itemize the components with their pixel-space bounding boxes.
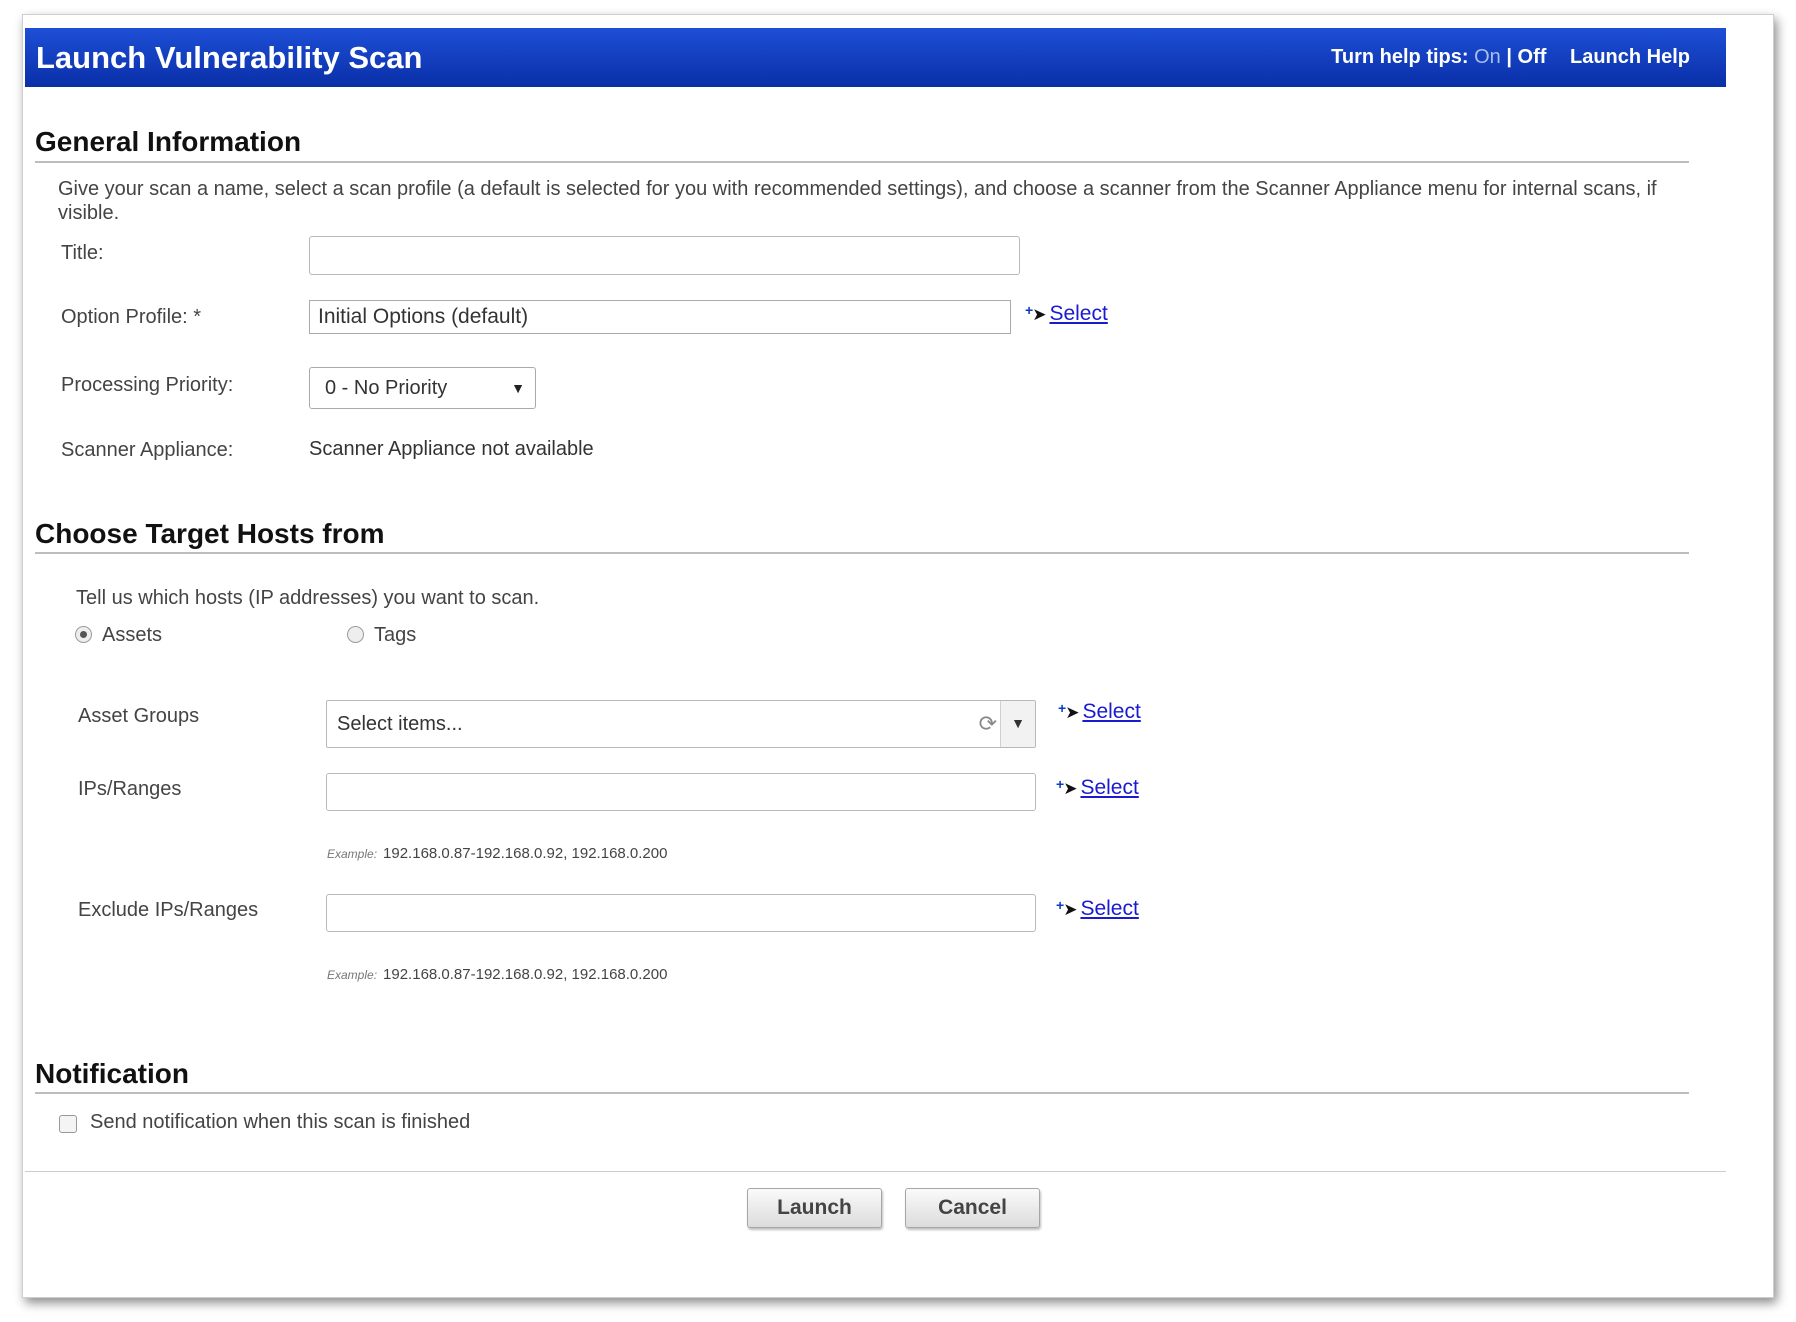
title-input[interactable]: [309, 236, 1020, 275]
asset-groups-placeholder: Select items...: [337, 713, 463, 735]
radio-assets-button[interactable]: [75, 626, 92, 643]
target-hosts-heading: Choose Target Hosts from: [35, 518, 385, 549]
option-profile-select-link[interactable]: Select: [1049, 302, 1107, 325]
exclude-ips-example: Example: 192.168.0.87-192.168.0.92, 192.1…: [327, 966, 667, 983]
notification-heading: Notification: [35, 1058, 189, 1089]
target-hosts-description: Tell us which hosts (IP addresses) you w…: [76, 587, 540, 609]
general-information-heading: General Information: [35, 126, 302, 157]
help-tips-on-link[interactable]: On: [1474, 46, 1501, 68]
asset-groups-select-link[interactable]: Select: [1082, 700, 1140, 723]
example-value: 192.168.0.87-192.168.0.92, 192.168.0.200: [383, 845, 668, 862]
exclude-ips-select: +➤ Select: [1056, 897, 1139, 921]
ips-ranges-example: Example: 192.168.0.87-192.168.0.92, 192.1…: [327, 845, 667, 862]
option-profile-select: +➤ Select: [1025, 302, 1108, 326]
chevron-down-icon[interactable]: ▼: [1000, 701, 1035, 747]
asset-groups-select: +➤ Select: [1058, 700, 1141, 724]
ips-ranges-select-link[interactable]: Select: [1080, 776, 1138, 799]
radio-assets[interactable]: Assets: [75, 624, 162, 647]
help-tips-off-link[interactable]: Off: [1518, 46, 1547, 68]
dialog-title: Launch Vulnerability Scan: [36, 40, 423, 75]
radio-tags-button[interactable]: [347, 626, 364, 643]
launch-button[interactable]: Launch: [747, 1188, 882, 1228]
radio-assets-label: Assets: [102, 624, 163, 646]
asset-groups-label: Asset Groups: [78, 705, 200, 727]
footer-divider: [25, 1171, 1726, 1172]
help-tips-label: Turn help tips:: [1331, 46, 1469, 68]
launch-help-link[interactable]: Launch Help: [1570, 46, 1690, 68]
processing-priority-select[interactable]: 0 - No Priority ▼: [309, 367, 536, 409]
add-cursor-icon: ➤: [1065, 703, 1080, 722]
scanner-appliance-label: Scanner Appliance:: [61, 439, 234, 461]
radio-tags-label: Tags: [374, 624, 417, 646]
scanner-appliance-value: Scanner Appliance not available: [309, 438, 594, 460]
ips-ranges-label: IPs/Ranges: [78, 778, 182, 800]
exclude-ips-label: Exclude IPs/Ranges: [78, 899, 259, 921]
example-label: Example:: [327, 847, 378, 861]
notification-checkbox[interactable]: [59, 1115, 77, 1133]
example-value: 192.168.0.87-192.168.0.92, 192.168.0.200: [383, 966, 668, 983]
add-cursor-icon: ➤: [1063, 900, 1078, 919]
option-profile-label: Option Profile: *: [61, 306, 202, 328]
exclude-ips-select-link[interactable]: Select: [1080, 897, 1138, 920]
ips-ranges-input[interactable]: [326, 773, 1036, 811]
help-tips-separator: |: [1506, 46, 1512, 68]
exclude-ips-input[interactable]: [326, 894, 1036, 932]
title-label: Title:: [61, 242, 104, 264]
radio-tags[interactable]: Tags: [347, 624, 416, 647]
asset-groups-combobox[interactable]: Select items... ⟳ ▼: [326, 700, 1036, 748]
add-cursor-icon: ➤: [1032, 305, 1047, 324]
ips-ranges-select: +➤ Select: [1056, 776, 1139, 800]
refresh-icon[interactable]: ⟳: [979, 701, 997, 747]
section-divider: [35, 161, 1689, 163]
section-divider: [35, 552, 1689, 554]
processing-priority-value: 0 - No Priority: [325, 377, 448, 399]
processing-priority-label: Processing Priority:: [61, 374, 234, 396]
dialog-header: Launch Vulnerability Scan Turn help tips…: [25, 28, 1726, 87]
example-label: Example:: [327, 968, 378, 982]
notification-checkbox-label: Send notification when this scan is fini…: [90, 1111, 471, 1133]
general-description: Give your scan a name, select a scan pro…: [58, 178, 1657, 224]
section-divider: [35, 1092, 1689, 1094]
option-profile-field[interactable]: [309, 300, 1011, 334]
add-cursor-icon: ➤: [1063, 779, 1078, 798]
triangle-down-icon: ▼: [511, 380, 525, 396]
cancel-button[interactable]: Cancel: [905, 1188, 1040, 1228]
help-tips-bar: Turn help tips: On | Off Launch Help: [1331, 28, 1690, 87]
